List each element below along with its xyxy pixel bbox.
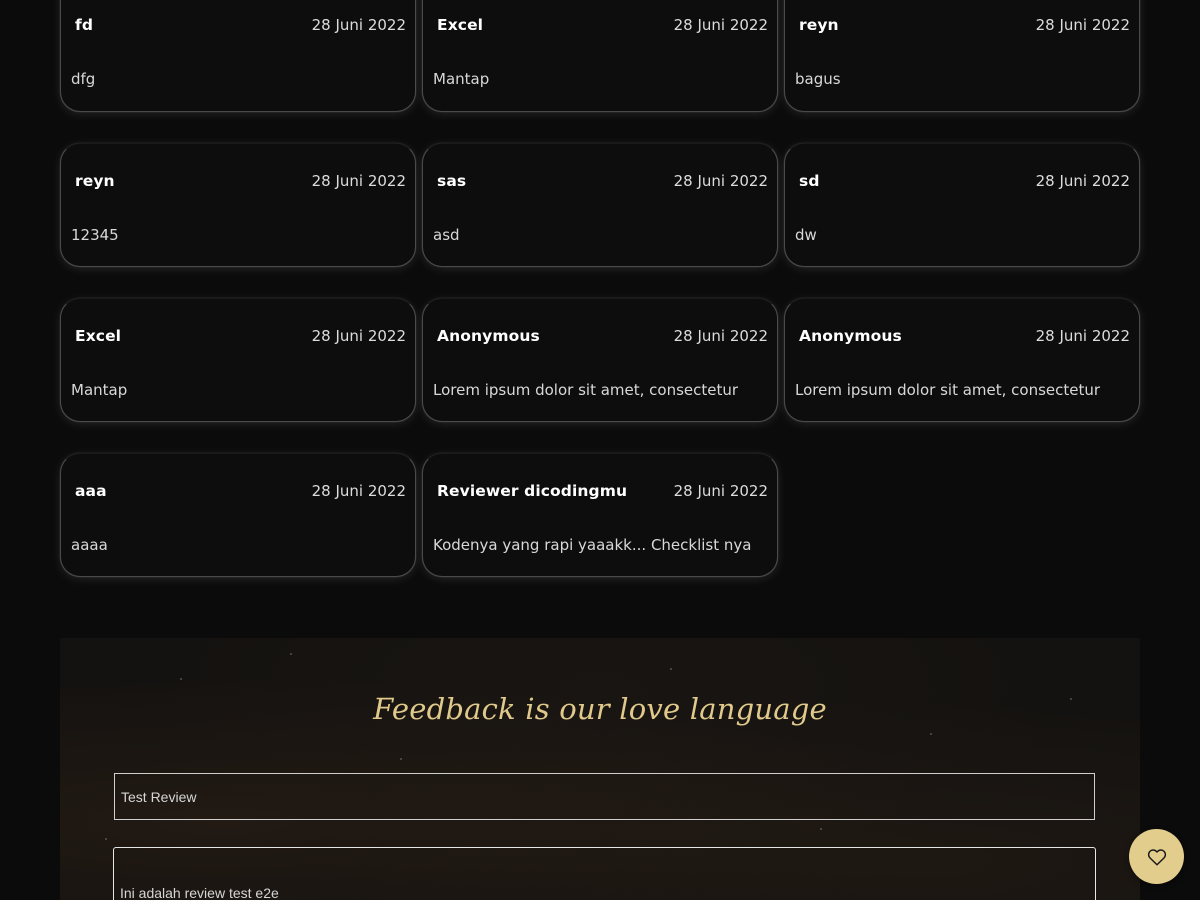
review-date: 28 Juni 2022 <box>673 172 768 190</box>
review-card: aaa 28 Juni 2022 aaaa <box>60 453 416 577</box>
review-card: Anonymous 28 Juni 2022 Lorem ipsum dolor… <box>422 298 778 422</box>
review-card: fd 28 Juni 2022 dfg <box>60 0 416 112</box>
review-card: Excel 28 Juni 2022 Mantap <box>60 298 416 422</box>
review-text: Lorem ipsum dolor sit amet, consectetur <box>433 381 739 399</box>
reviewer-name: Excel <box>437 16 484 34</box>
review-date: 28 Juni 2022 <box>1035 327 1130 345</box>
review-card: Reviewer dicodingmu 28 Juni 2022 Kodenya… <box>422 453 778 577</box>
review-date: 28 Juni 2022 <box>673 482 768 500</box>
review-date: 28 Juni 2022 <box>673 16 768 34</box>
review-card: reyn 28 Juni 2022 12345 <box>60 143 416 267</box>
feedback-title: Feedback is our love language <box>373 692 827 726</box>
review-text: asd <box>433 226 460 244</box>
heart-icon <box>1147 848 1166 866</box>
review-date: 28 Juni 2022 <box>311 16 406 34</box>
review-card: reyn 28 Juni 2022 bagus <box>784 0 1140 112</box>
review-text: aaaa <box>71 536 108 554</box>
review-card: Excel 28 Juni 2022 Mantap <box>422 0 778 112</box>
favorite-button[interactable] <box>1129 829 1184 884</box>
review-text: Mantap <box>433 70 490 88</box>
review-date: 28 Juni 2022 <box>311 327 406 345</box>
reviewer-name: fd <box>75 16 94 34</box>
review-text: dw <box>795 226 817 244</box>
reviews-list: fd 28 Juni 2022 dfg Excel 28 Juni 2022 M… <box>60 0 1140 577</box>
review-text: Lorem ipsum dolor sit amet, consectetur <box>795 381 1101 399</box>
reviewer-name: sd <box>799 172 820 190</box>
reviewer-name-input[interactable] <box>114 773 1095 820</box>
feedback-form-section: Feedback is our love language Ini adalah… <box>60 638 1140 900</box>
review-card: Anonymous 28 Juni 2022 Lorem ipsum dolor… <box>784 298 1140 422</box>
review-date: 28 Juni 2022 <box>1035 172 1130 190</box>
review-date: 28 Juni 2022 <box>311 482 406 500</box>
reviewer-name: Reviewer dicodingmu <box>437 482 628 500</box>
restaurant-detail-page: fd 28 Juni 2022 dfg Excel 28 Juni 2022 M… <box>0 0 1200 900</box>
review-text: Mantap <box>71 381 128 399</box>
review-text: bagus <box>795 70 841 88</box>
reviewer-name: Anonymous <box>437 327 540 345</box>
review-text: dfg <box>71 70 96 88</box>
review-text: Kodenya yang rapi yaaakk... Checklist ny… <box>433 536 752 554</box>
reviewer-name: Anonymous <box>799 327 902 345</box>
reviewer-name: reyn <box>75 172 115 190</box>
review-date: 28 Juni 2022 <box>311 172 406 190</box>
reviewer-name: reyn <box>799 16 839 34</box>
review-date: 28 Juni 2022 <box>1035 16 1130 34</box>
reviewer-name: aaa <box>75 482 107 500</box>
review-card: sd 28 Juni 2022 dw <box>784 143 1140 267</box>
reviewer-name: Excel <box>75 327 122 345</box>
review-text: 12345 <box>71 226 119 244</box>
review-textarea[interactable]: Ini adalah review test e2e <box>113 847 1096 900</box>
reviewer-name: sas <box>437 172 467 190</box>
review-date: 28 Juni 2022 <box>673 327 768 345</box>
review-card: sas 28 Juni 2022 asd <box>422 143 778 267</box>
